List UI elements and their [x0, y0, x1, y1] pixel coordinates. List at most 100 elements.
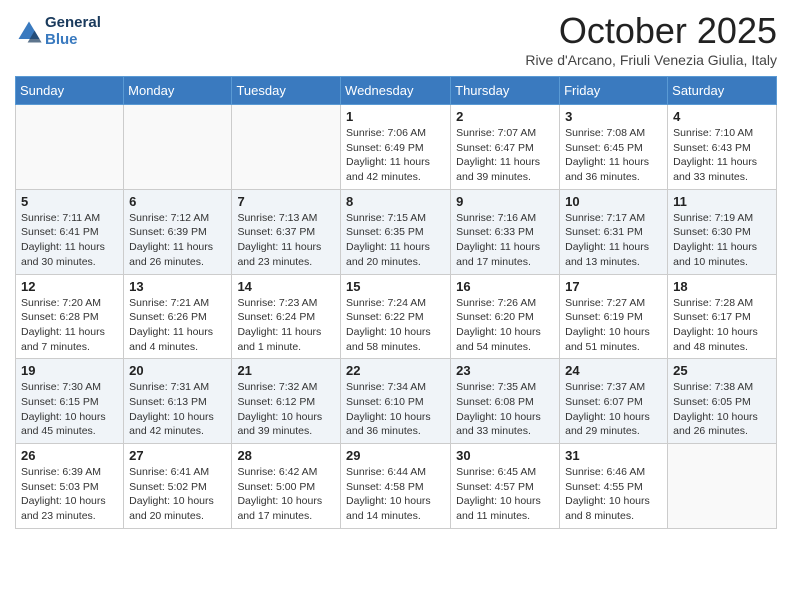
day-info: Sunrise: 7:30 AM Sunset: 6:15 PM Dayligh…	[21, 380, 118, 439]
day-number: 5	[21, 194, 118, 209]
weekday-thursday: Thursday	[451, 77, 560, 105]
header: General Blue October 2025 Rive d'Arcano,…	[15, 10, 777, 68]
day-cell: 27 Sunrise: 6:41 AM Sunset: 5:02 PM Dayli…	[124, 444, 232, 529]
day-number: 18	[673, 279, 771, 294]
day-info: Sunrise: 6:45 AM Sunset: 4:57 PM Dayligh…	[456, 465, 554, 524]
weekday-wednesday: Wednesday	[341, 77, 451, 105]
day-cell: 18Sunrise: 7:28 AM Sunset: 6:17 PM Dayli…	[668, 274, 777, 359]
day-info: Sunrise: 7:24 AM Sunset: 6:22 PM Dayligh…	[346, 296, 445, 355]
day-cell: 7 Sunrise: 7:13 AM Sunset: 6:37 PM Daylig…	[232, 189, 341, 274]
weekday-monday: Monday	[124, 77, 232, 105]
day-number: 11	[673, 194, 771, 209]
day-info: Sunrise: 7:34 AM Sunset: 6:10 PM Dayligh…	[346, 380, 445, 439]
location: Rive d'Arcano, Friuli Venezia Giulia, It…	[525, 52, 777, 68]
day-number: 20	[129, 363, 226, 378]
day-cell: 25Sunrise: 7:38 AM Sunset: 6:05 PM Dayli…	[668, 359, 777, 444]
day-info: Sunrise: 7:13 AM Sunset: 6:37 PM Dayligh…	[237, 211, 335, 270]
day-cell: 3Sunrise: 7:08 AM Sunset: 6:45 PM Daylig…	[560, 105, 668, 190]
day-number: 28	[237, 448, 335, 463]
day-cell: 29 Sunrise: 6:44 AM Sunset: 4:58 PM Dayli…	[341, 444, 451, 529]
day-cell: 16 Sunrise: 7:26 AM Sunset: 6:20 PM Dayli…	[451, 274, 560, 359]
day-number: 2	[456, 109, 554, 124]
week-row-3: 19Sunrise: 7:30 AM Sunset: 6:15 PM Dayli…	[16, 359, 777, 444]
day-number: 1	[346, 109, 445, 124]
day-cell: 1 Sunrise: 7:06 AM Sunset: 6:49 PM Daylig…	[341, 105, 451, 190]
weekday-tuesday: Tuesday	[232, 77, 341, 105]
day-cell: 5 Sunrise: 7:11 AM Sunset: 6:41 PM Daylig…	[16, 189, 124, 274]
day-cell: 12Sunrise: 7:20 AM Sunset: 6:28 PM Dayli…	[16, 274, 124, 359]
day-info: Sunrise: 7:15 AM Sunset: 6:35 PM Dayligh…	[346, 211, 445, 270]
logo-line2: Blue	[45, 32, 101, 49]
day-info: Sunrise: 6:46 AM Sunset: 4:55 PM Dayligh…	[565, 465, 662, 524]
day-info: Sunrise: 6:39 AM Sunset: 5:03 PM Dayligh…	[21, 465, 118, 524]
day-cell: 19Sunrise: 7:30 AM Sunset: 6:15 PM Dayli…	[16, 359, 124, 444]
week-row-4: 26 Sunrise: 6:39 AM Sunset: 5:03 PM Dayli…	[16, 444, 777, 529]
week-row-2: 12Sunrise: 7:20 AM Sunset: 6:28 PM Dayli…	[16, 274, 777, 359]
day-number: 24	[565, 363, 662, 378]
day-number: 23	[456, 363, 554, 378]
day-number: 22	[346, 363, 445, 378]
day-number: 16	[456, 279, 554, 294]
day-cell: 20 Sunrise: 7:31 AM Sunset: 6:13 PM Dayli…	[124, 359, 232, 444]
day-number: 27	[129, 448, 226, 463]
day-info: Sunrise: 7:31 AM Sunset: 6:13 PM Dayligh…	[129, 380, 226, 439]
day-cell	[668, 444, 777, 529]
day-number: 15	[346, 279, 445, 294]
day-info: Sunrise: 7:26 AM Sunset: 6:20 PM Dayligh…	[456, 296, 554, 355]
logo-line1: General	[45, 15, 101, 32]
day-cell: 26 Sunrise: 6:39 AM Sunset: 5:03 PM Dayli…	[16, 444, 124, 529]
day-number: 31	[565, 448, 662, 463]
day-number: 9	[456, 194, 554, 209]
day-number: 7	[237, 194, 335, 209]
day-info: Sunrise: 7:06 AM Sunset: 6:49 PM Dayligh…	[346, 126, 445, 185]
day-info: Sunrise: 7:27 AM Sunset: 6:19 PM Dayligh…	[565, 296, 662, 355]
day-cell: 9 Sunrise: 7:16 AM Sunset: 6:33 PM Daylig…	[451, 189, 560, 274]
calendar: SundayMondayTuesdayWednesdayThursdayFrid…	[15, 76, 777, 529]
day-number: 6	[129, 194, 226, 209]
day-cell: 24 Sunrise: 7:37 AM Sunset: 6:07 PM Dayli…	[560, 359, 668, 444]
day-cell: 13Sunrise: 7:21 AM Sunset: 6:26 PM Dayli…	[124, 274, 232, 359]
day-number: 4	[673, 109, 771, 124]
day-number: 14	[237, 279, 335, 294]
day-cell: 28Sunrise: 6:42 AM Sunset: 5:00 PM Dayli…	[232, 444, 341, 529]
day-number: 30	[456, 448, 554, 463]
calendar-body: 1 Sunrise: 7:06 AM Sunset: 6:49 PM Daylig…	[16, 105, 777, 529]
day-number: 26	[21, 448, 118, 463]
day-cell: 17 Sunrise: 7:27 AM Sunset: 6:19 PM Dayli…	[560, 274, 668, 359]
day-number: 21	[237, 363, 335, 378]
day-number: 17	[565, 279, 662, 294]
day-number: 12	[21, 279, 118, 294]
day-cell	[124, 105, 232, 190]
day-info: Sunrise: 6:44 AM Sunset: 4:58 PM Dayligh…	[346, 465, 445, 524]
day-number: 13	[129, 279, 226, 294]
day-info: Sunrise: 7:11 AM Sunset: 6:41 PM Dayligh…	[21, 211, 118, 270]
weekday-header-row: SundayMondayTuesdayWednesdayThursdayFrid…	[16, 77, 777, 105]
day-info: Sunrise: 7:08 AM Sunset: 6:45 PM Dayligh…	[565, 126, 662, 185]
day-info: Sunrise: 7:23 AM Sunset: 6:24 PM Dayligh…	[237, 296, 335, 355]
day-cell: 8Sunrise: 7:15 AM Sunset: 6:35 PM Daylig…	[341, 189, 451, 274]
day-cell	[16, 105, 124, 190]
day-cell	[232, 105, 341, 190]
day-cell: 4Sunrise: 7:10 AM Sunset: 6:43 PM Daylig…	[668, 105, 777, 190]
day-number: 29	[346, 448, 445, 463]
day-cell: 23Sunrise: 7:35 AM Sunset: 6:08 PM Dayli…	[451, 359, 560, 444]
day-number: 10	[565, 194, 662, 209]
day-cell: 2Sunrise: 7:07 AM Sunset: 6:47 PM Daylig…	[451, 105, 560, 190]
week-row-1: 5 Sunrise: 7:11 AM Sunset: 6:41 PM Daylig…	[16, 189, 777, 274]
day-info: Sunrise: 6:41 AM Sunset: 5:02 PM Dayligh…	[129, 465, 226, 524]
day-cell: 15 Sunrise: 7:24 AM Sunset: 6:22 PM Dayli…	[341, 274, 451, 359]
day-cell: 10Sunrise: 7:17 AM Sunset: 6:31 PM Dayli…	[560, 189, 668, 274]
logo-icon	[15, 18, 43, 46]
day-cell: 30 Sunrise: 6:45 AM Sunset: 4:57 PM Dayli…	[451, 444, 560, 529]
weekday-friday: Friday	[560, 77, 668, 105]
day-info: Sunrise: 7:37 AM Sunset: 6:07 PM Dayligh…	[565, 380, 662, 439]
day-cell: 21 Sunrise: 7:32 AM Sunset: 6:12 PM Dayli…	[232, 359, 341, 444]
day-cell: 31 Sunrise: 6:46 AM Sunset: 4:55 PM Dayli…	[560, 444, 668, 529]
day-cell: 6Sunrise: 7:12 AM Sunset: 6:39 PM Daylig…	[124, 189, 232, 274]
week-row-0: 1 Sunrise: 7:06 AM Sunset: 6:49 PM Daylig…	[16, 105, 777, 190]
day-info: Sunrise: 7:16 AM Sunset: 6:33 PM Dayligh…	[456, 211, 554, 270]
day-info: Sunrise: 7:19 AM Sunset: 6:30 PM Dayligh…	[673, 211, 771, 270]
day-number: 25	[673, 363, 771, 378]
day-cell: 11 Sunrise: 7:19 AM Sunset: 6:30 PM Dayli…	[668, 189, 777, 274]
day-info: Sunrise: 7:32 AM Sunset: 6:12 PM Dayligh…	[237, 380, 335, 439]
